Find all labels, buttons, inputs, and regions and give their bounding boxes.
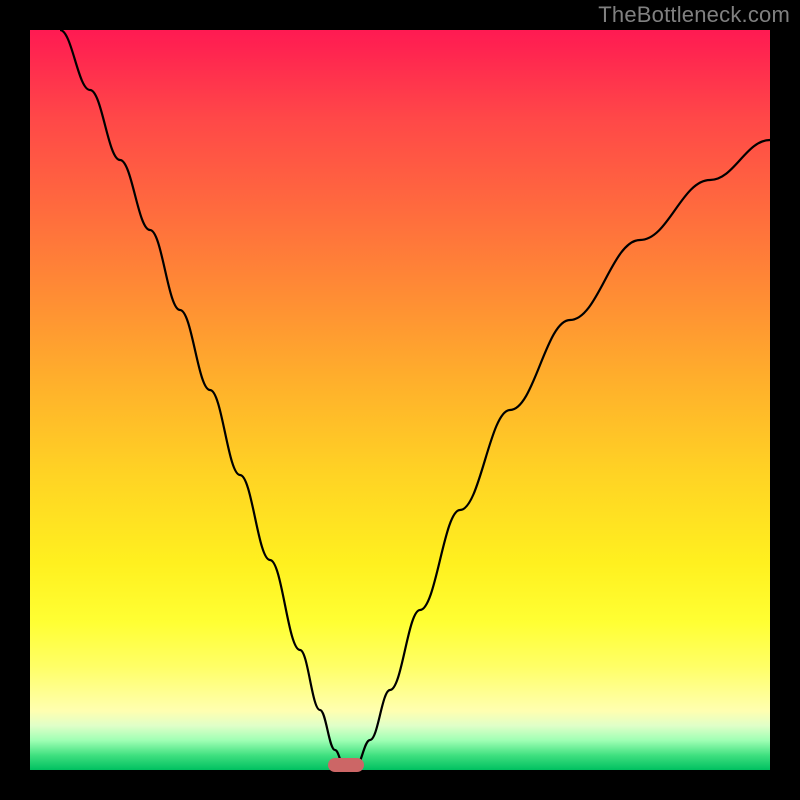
curve-right-branch bbox=[355, 140, 770, 768]
bottleneck-curve bbox=[30, 30, 770, 770]
chart-frame: TheBottleneck.com bbox=[0, 0, 800, 800]
watermark-text: TheBottleneck.com bbox=[598, 2, 790, 28]
plot-area bbox=[30, 30, 770, 770]
optimal-marker bbox=[328, 758, 364, 772]
curve-left-branch bbox=[60, 30, 345, 768]
